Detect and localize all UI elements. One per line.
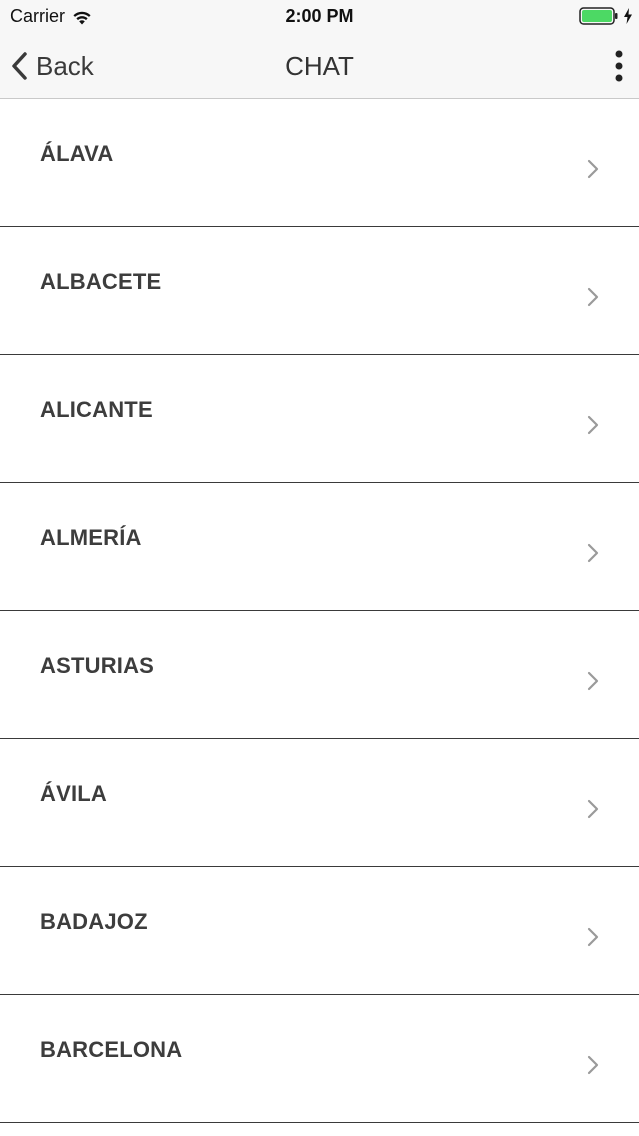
battery-icon [579,7,618,25]
more-vertical-icon [615,50,623,82]
status-bar: Carrier 2:00 PM [0,0,639,34]
list-item-label: ALMERÍA [40,525,142,550]
list-item-alicante[interactable]: ALICANTE [0,355,639,483]
list-item-badajoz[interactable]: BADAJOZ [0,867,639,995]
list-item-asturias[interactable]: ASTURIAS [0,611,639,739]
list-item-label: ÁLAVA [40,141,114,166]
chevron-right-icon [587,1055,599,1075]
list-item-label: ASTURIAS [40,653,155,678]
list-item-albacete[interactable]: ALBACETE [0,227,639,355]
list-item-label: BARCELONA [40,1037,183,1062]
list-item-label: ÁVILA [40,781,107,806]
list-item-barcelona[interactable]: BARCELONA [0,995,639,1123]
chevron-right-icon [587,543,599,563]
chevron-right-icon [587,287,599,307]
page-title: CHAT [285,51,354,81]
province-list: ÁLAVA ALBACETE ALICANTE ALMERÍA ASTURIAS… [0,99,639,1123]
chevron-right-icon [587,927,599,947]
chevron-right-icon [587,159,599,179]
charging-bolt-icon [624,8,632,24]
list-item-label: BADAJOZ [40,909,148,934]
list-item-label: ALICANTE [40,397,153,422]
more-options-button[interactable] [609,48,629,84]
chevron-right-icon [587,671,599,691]
list-item-avila[interactable]: ÁVILA [0,739,639,867]
status-time: 2:00 PM [285,6,354,26]
navigation-bar: Back CHAT [0,34,639,99]
list-item-label: ALBACETE [40,269,162,294]
chevron-right-icon [587,799,599,819]
list-item-almeria[interactable]: ALMERÍA [0,483,639,611]
chevron-right-icon [587,415,599,435]
list-item-alava[interactable]: ÁLAVA [0,99,639,227]
battery-indicator [579,7,633,25]
